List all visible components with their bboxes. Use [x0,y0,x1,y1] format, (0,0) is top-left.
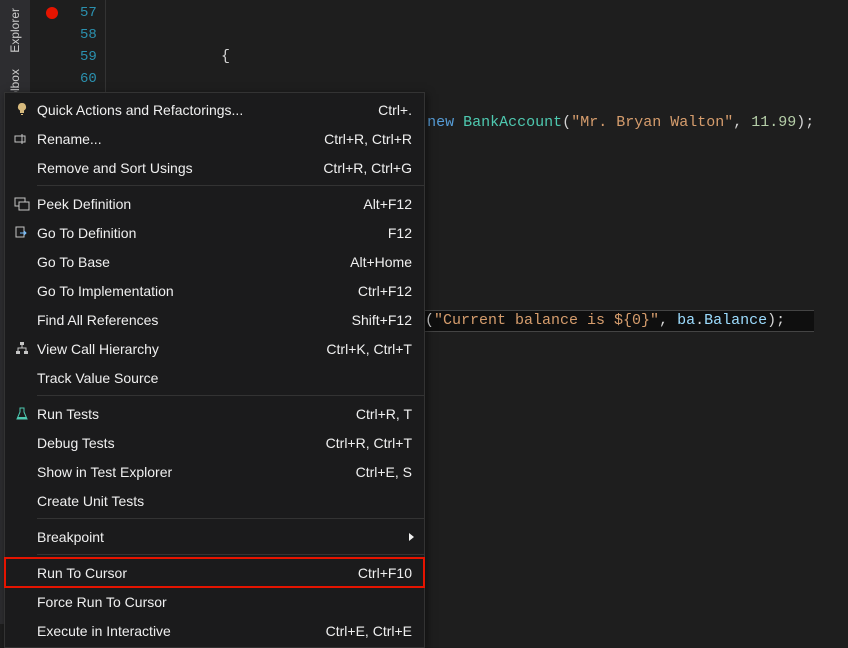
bulb-icon [11,101,33,119]
menu-create-unit-tests[interactable]: Create Unit Tests [5,486,424,515]
menu-run-to-cursor[interactable]: Run To Cursor Ctrl+F10 [5,558,424,587]
menu-shortcut: Ctrl+F10 [358,565,412,581]
hierarchy-icon [11,340,33,358]
menu-shortcut: Ctrl+R, Ctrl+T [326,435,412,451]
context-menu: Quick Actions and Refactorings... Ctrl+.… [4,92,425,648]
line-number: 58 [80,24,97,46]
menu-label: Go To Implementation [37,283,342,299]
menu-label: Debug Tests [37,435,310,451]
line-number: 57 [80,2,97,24]
menu-find-references[interactable]: Find All References Shift+F12 [5,305,424,334]
menu-label: Track Value Source [37,370,396,386]
menu-shortcut: Ctrl+F12 [358,283,412,299]
menu-label: Remove and Sort Usings [37,160,307,176]
menu-goto-definition[interactable]: Go To Definition F12 [5,218,424,247]
menu-separator [37,518,424,519]
peek-icon [11,195,33,213]
menu-shortcut: Ctrl+R, Ctrl+R [324,131,412,147]
menu-shortcut: Ctrl+R, T [356,406,412,422]
menu-shortcut: F12 [388,225,412,241]
menu-shortcut: Ctrl+. [378,102,412,118]
menu-peek-definition[interactable]: Peek Definition Alt+F12 [5,189,424,218]
flask-icon [11,405,33,423]
menu-shortcut: Ctrl+E, Ctrl+E [326,623,412,639]
menu-rename[interactable]: Rename... Ctrl+R, Ctrl+R [5,124,424,153]
menu-label: Create Unit Tests [37,493,396,509]
menu-separator [37,185,424,186]
menu-separator [37,554,424,555]
menu-label: Show in Test Explorer [37,464,340,480]
menu-label: Force Run To Cursor [37,594,396,610]
menu-label: Quick Actions and Refactorings... [37,102,362,118]
goto-icon [11,224,33,242]
line-number: 60 [80,68,97,90]
menu-label: Go To Base [37,254,334,270]
menu-shortcut: Ctrl+R, Ctrl+G [323,160,412,176]
menu-goto-implementation[interactable]: Go To Implementation Ctrl+F12 [5,276,424,305]
menu-execute-interactive[interactable]: Execute in Interactive Ctrl+E, Ctrl+E [5,616,424,645]
menu-shortcut: Shift+F12 [352,312,412,328]
menu-label: View Call Hierarchy [37,341,310,357]
menu-label: Peek Definition [37,196,347,212]
menu-run-tests[interactable]: Run Tests Ctrl+R, T [5,399,424,428]
line-number: 59 [80,46,97,68]
menu-shortcut: Alt+F12 [363,196,412,212]
menu-quick-actions[interactable]: Quick Actions and Refactorings... Ctrl+. [5,95,424,124]
menu-debug-tests[interactable]: Debug Tests Ctrl+R, Ctrl+T [5,428,424,457]
menu-label: Execute in Interactive [37,623,310,639]
code-line-57: { [106,46,814,68]
menu-label: Find All References [37,312,336,328]
menu-shortcut: Ctrl+K, Ctrl+T [326,341,412,357]
menu-view-call-hierarchy[interactable]: View Call Hierarchy Ctrl+K, Ctrl+T [5,334,424,363]
menu-remove-sort-usings[interactable]: Remove and Sort Usings Ctrl+R, Ctrl+G [5,153,424,182]
menu-show-test-explorer[interactable]: Show in Test Explorer Ctrl+E, S [5,457,424,486]
menu-breakpoint[interactable]: Breakpoint [5,522,424,551]
menu-label: Rename... [37,131,308,147]
menu-separator [37,395,424,396]
rename-icon [11,130,33,148]
menu-track-value-source[interactable]: Track Value Source [5,363,424,392]
menu-label: Breakpoint [37,529,412,545]
menu-force-run-to-cursor[interactable]: Force Run To Cursor [5,587,424,616]
menu-label: Go To Definition [37,225,372,241]
menu-shortcut: Ctrl+E, S [356,464,412,480]
sidebar-tab-explorer[interactable]: Explorer [4,0,26,61]
menu-label: Run To Cursor [37,565,342,581]
submenu-arrow-icon [409,533,414,541]
breakpoint-marker[interactable] [46,7,58,19]
menu-goto-base[interactable]: Go To Base Alt+Home [5,247,424,276]
menu-label: Run Tests [37,406,340,422]
menu-shortcut: Alt+Home [350,254,412,270]
